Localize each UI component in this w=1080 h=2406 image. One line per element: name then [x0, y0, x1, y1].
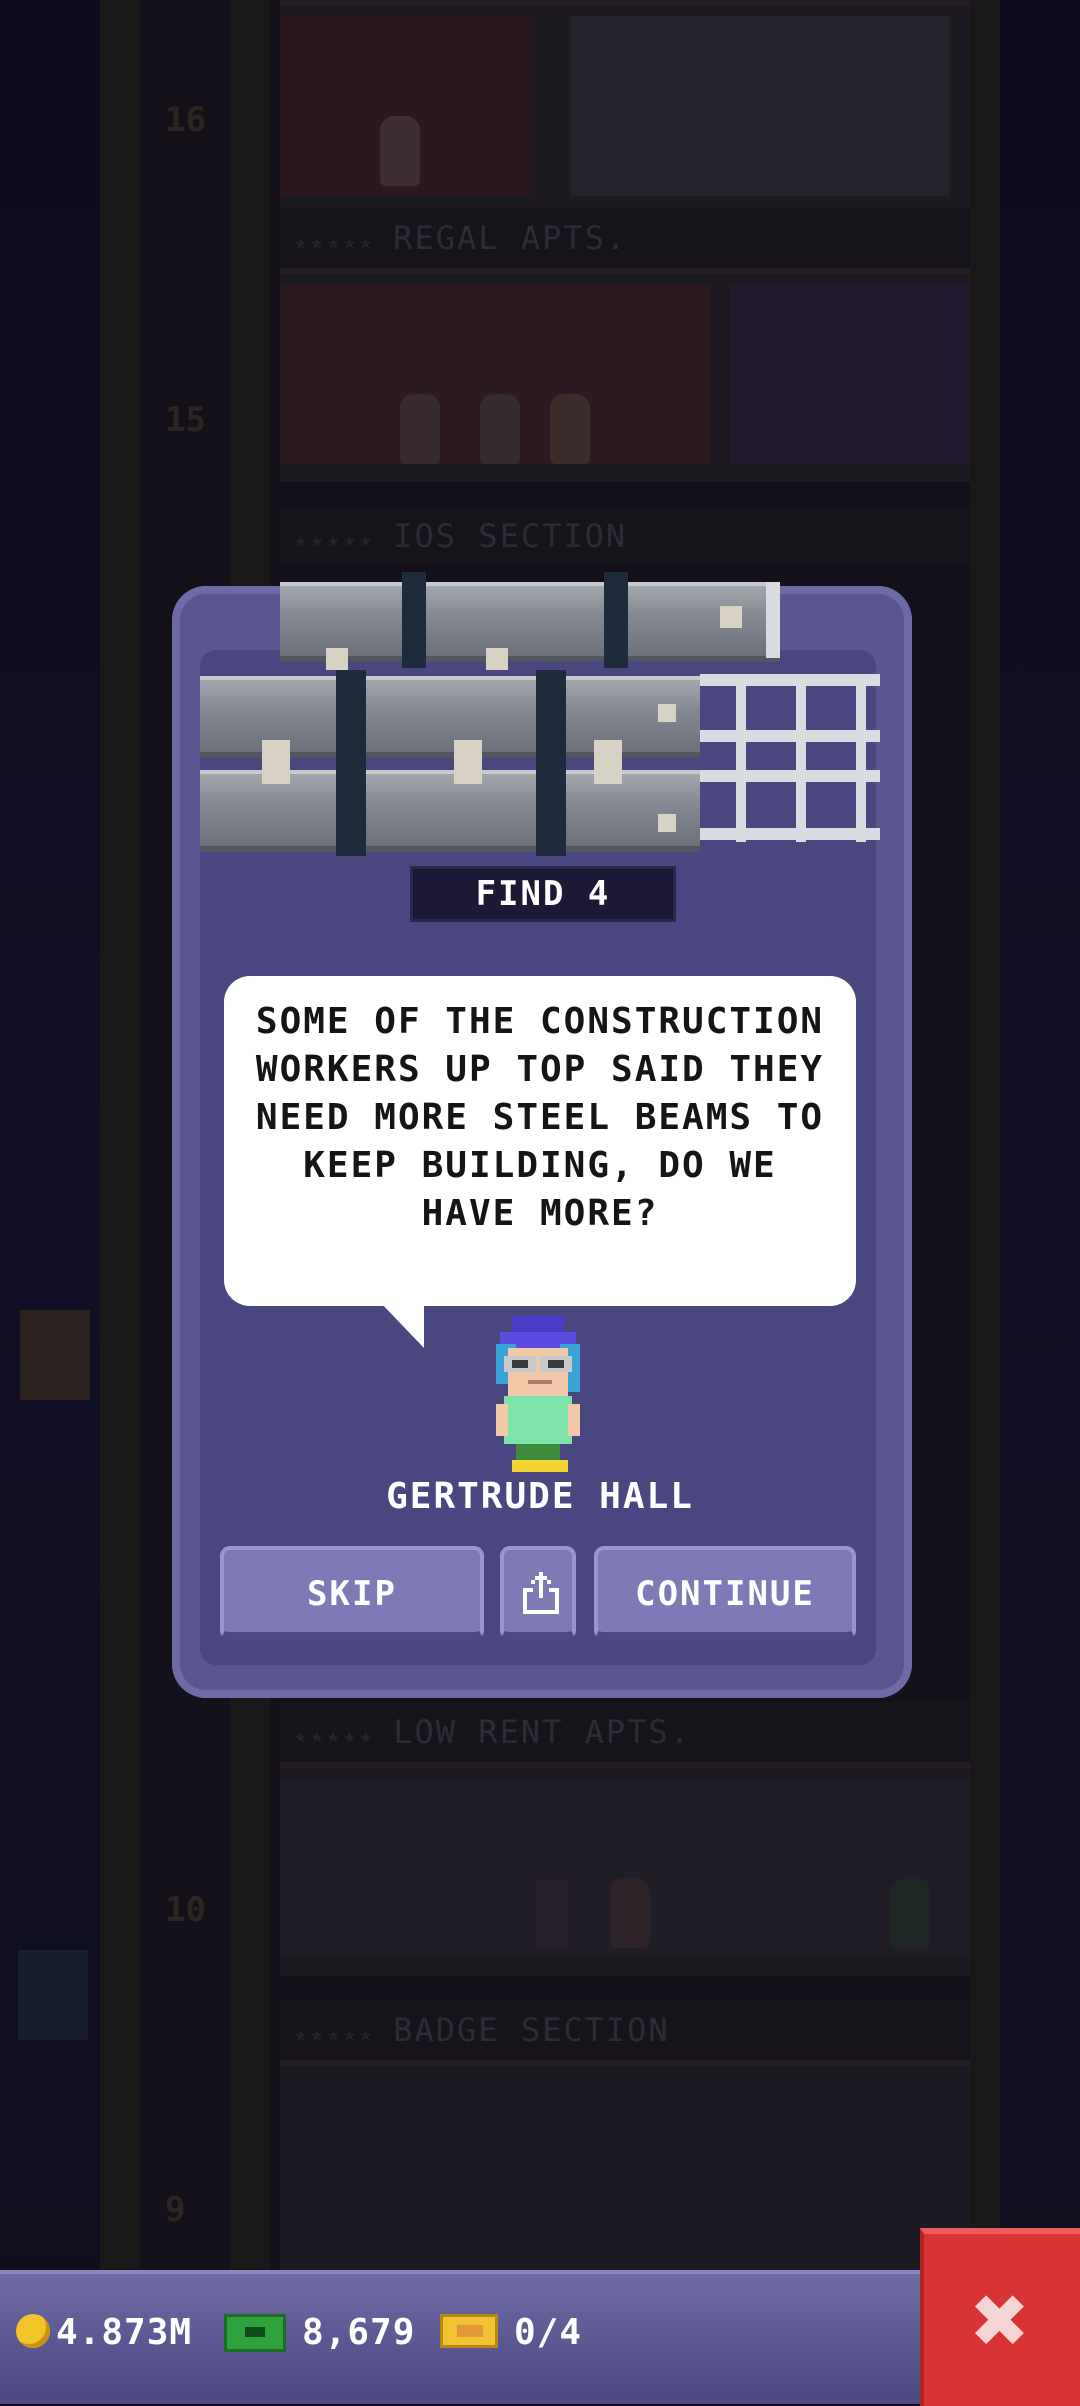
skip-button[interactable]: SKIP [220, 1546, 484, 1640]
close-button[interactable]: ✖ [920, 2228, 1080, 2406]
resource-bar: 4.873M 8,679 0/4 [0, 2270, 920, 2404]
beam-end [700, 828, 880, 840]
tickets-value: 0/4 [514, 2312, 583, 2353]
continue-button[interactable]: CONTINUE [594, 1546, 856, 1640]
find-count-badge: FIND 4 [410, 866, 676, 922]
bolt [658, 814, 676, 832]
beam-end [796, 674, 806, 842]
beam-end [766, 582, 780, 658]
ticket-icon [440, 2314, 498, 2348]
beam-end [700, 730, 880, 742]
bolt [594, 740, 622, 784]
beam-end [700, 674, 880, 686]
beam [280, 582, 780, 662]
dialog-message: SOME OF THE CONSTRUCTION WORKERS UP TOP … [255, 1001, 825, 1234]
bolt [486, 648, 508, 670]
bolt [658, 704, 676, 722]
close-icon: ✖ [972, 2264, 1030, 2376]
coins-value: 4.873M [56, 2312, 193, 2353]
character-name: GERTRUDE HALL [386, 1476, 694, 1517]
speech-bubble-tail [378, 1300, 424, 1348]
steel-beams-icon [196, 570, 886, 870]
beam-strap [402, 572, 426, 668]
bolt [720, 606, 742, 628]
bux-icon [224, 2314, 286, 2352]
beam-strap [604, 572, 628, 668]
coin-icon [16, 2314, 50, 2348]
bux-value: 8,679 [302, 2312, 416, 2353]
bolt [326, 648, 348, 670]
beam-end [700, 770, 880, 782]
speech-bubble: SOME OF THE CONSTRUCTION WORKERS UP TOP … [224, 976, 856, 1306]
beam-strap [536, 670, 566, 856]
character-avatar [496, 1316, 580, 1472]
beam-end [736, 674, 746, 842]
beam-strap [336, 670, 366, 856]
share-button[interactable] [500, 1546, 576, 1640]
share-icon [523, 1572, 559, 1614]
bolt [454, 740, 482, 784]
bolt [262, 740, 290, 784]
beam-end [856, 674, 866, 842]
